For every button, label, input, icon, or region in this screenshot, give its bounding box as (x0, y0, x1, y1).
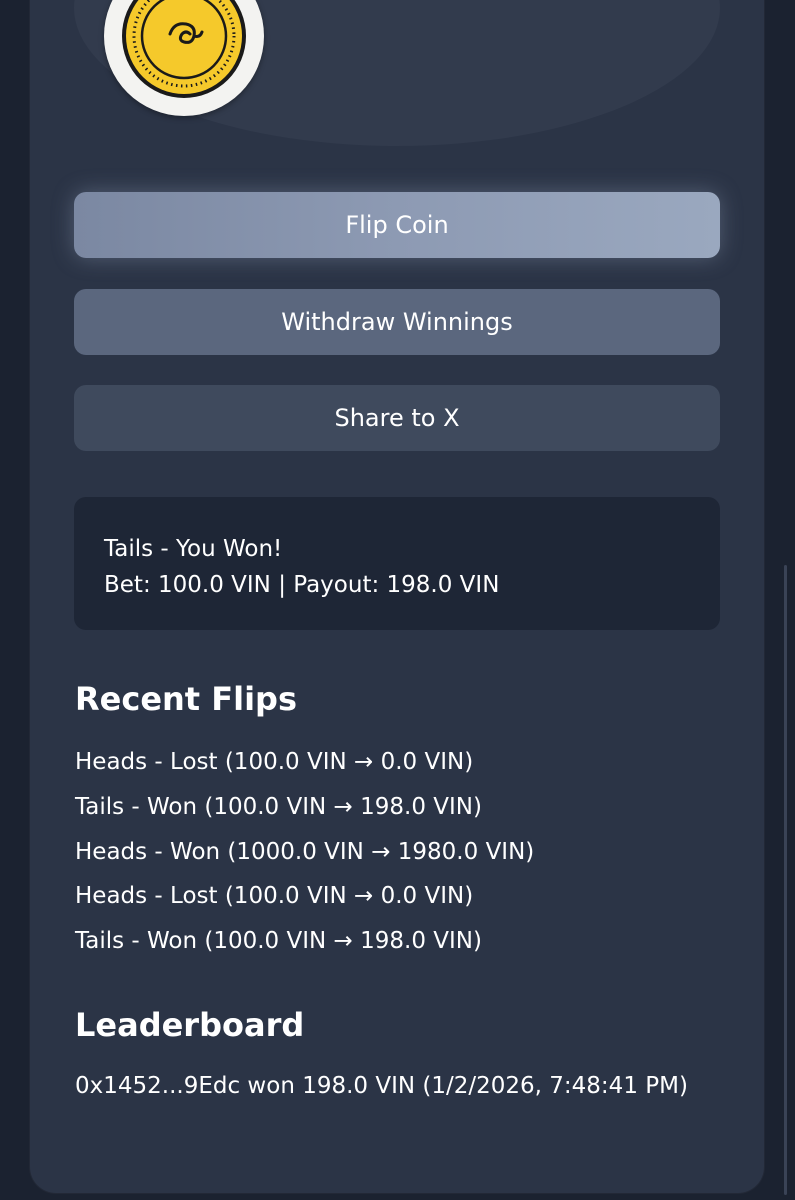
recent-flips-list: Heads - Lost (100.0 VIN → 0.0 VIN) Tails… (75, 740, 534, 964)
recent-flip-item: Tails - Won (100.0 VIN → 198.0 VIN) (75, 793, 482, 820)
leaderboard-title: Leaderboard (75, 1006, 305, 1044)
flip-result-panel: Tails - You Won! Bet: 100.0 VIN | Payout… (74, 497, 720, 630)
result-outcome: Tails - You Won! (104, 536, 283, 562)
scrollbar[interactable] (784, 565, 787, 1195)
recent-flip-item: Heads - Lost (100.0 VIN → 0.0 VIN) (75, 883, 474, 910)
recent-flip-item: Tails - Won (100.0 VIN → 198.0 VIN) (75, 928, 482, 955)
page: Flip Coin Withdraw Winnings Share to X T… (0, 0, 795, 1200)
recent-flip-item: Heads - Won (1000.0 VIN → 1980.0 VIN) (75, 838, 535, 865)
result-bet-payout: Bet: 100.0 VIN | Payout: 198.0 VIN (104, 572, 500, 598)
recent-flips-title: Recent Flips (75, 680, 297, 718)
withdraw-winnings-button[interactable]: Withdraw Winnings (74, 289, 720, 355)
recent-flip-item: Heads - Lost (100.0 VIN → 0.0 VIN) (75, 749, 474, 775)
leaderboard-entry: 0x1452...9Edc won 198.0 VIN (1/2/2026, 7… (75, 1073, 688, 1099)
share-to-x-button[interactable]: Share to X (74, 385, 720, 451)
coin-flip-card: Flip Coin Withdraw Winnings Share to X T… (30, 0, 764, 1193)
coin-icon[interactable] (104, 0, 264, 116)
flip-coin-button[interactable]: Flip Coin (74, 192, 720, 258)
